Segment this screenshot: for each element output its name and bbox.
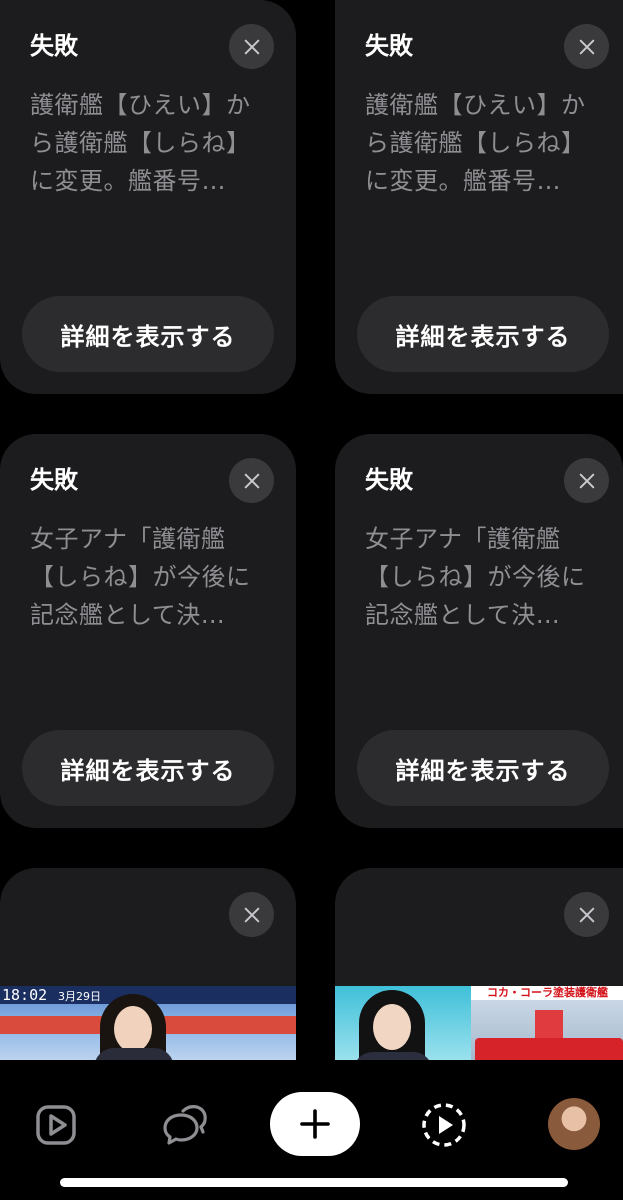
anchor-face	[114, 1006, 152, 1052]
show-details-button[interactable]: 詳細を表示する	[357, 730, 609, 806]
news-caption: コカ・コーラ塗装護衛艦	[471, 986, 623, 1000]
status-label: 失敗	[30, 466, 78, 494]
draft-card[interactable]: 失敗 女子アナ「護衛艦【しらね】が今後に記念艦として決… 詳細を表示する	[335, 434, 623, 828]
broadcast-date: 3月29日	[58, 990, 101, 1003]
video-icon	[422, 1103, 466, 1147]
video-draft-card[interactable]: コカ・コーラ塗装護衛艦	[335, 868, 623, 1068]
status-label: 失敗	[30, 32, 78, 60]
chat-icon	[163, 1105, 207, 1145]
post-snippet: 護衛艦【ひえい】から護衛艦【しらね】に変更。艦番号…	[365, 91, 586, 195]
show-details-button[interactable]: 詳細を表示する	[22, 296, 274, 372]
home-indicator	[60, 1178, 568, 1187]
ship-mast	[535, 1010, 563, 1040]
home-icon	[36, 1105, 76, 1145]
tab-chat[interactable]	[157, 1100, 213, 1150]
post-snippet: 護衛艦【ひえい】から護衛艦【しらね】に変更。艦番号…	[30, 91, 251, 195]
tab-video[interactable]	[416, 1100, 472, 1150]
draft-card[interactable]: 失敗 護衛艦【ひえい】から護衛艦【しらね】に変更。艦番号… 詳細を表示する	[335, 0, 623, 394]
create-button[interactable]	[270, 1092, 360, 1156]
status-label: 失敗	[365, 32, 413, 60]
draft-card[interactable]: 失敗 護衛艦【ひえい】から護衛艦【しらね】に変更。艦番号… 詳細を表示する	[0, 0, 296, 394]
close-icon	[244, 907, 259, 922]
close-button[interactable]	[229, 24, 274, 69]
broadcast-time: 18:02	[2, 986, 48, 1004]
close-icon	[579, 473, 594, 488]
status-label: 失敗	[365, 466, 413, 494]
close-button[interactable]	[229, 458, 274, 503]
video-thumbnail[interactable]: コカ・コーラ塗装護衛艦	[335, 986, 623, 1068]
show-details-button[interactable]: 詳細を表示する	[357, 296, 609, 372]
close-button[interactable]	[229, 892, 274, 937]
show-details-button[interactable]: 詳細を表示する	[22, 730, 274, 806]
close-icon	[579, 39, 594, 54]
video-draft-card[interactable]: 18:02 3月29日	[0, 868, 296, 1068]
close-icon	[244, 39, 259, 54]
plus-icon	[300, 1109, 330, 1139]
draft-card[interactable]: 失敗 女子アナ「護衛艦【しらね】が今後に記念艦として決… 詳細を表示する	[0, 434, 296, 828]
avatar[interactable]	[548, 1098, 600, 1150]
bottom-tab-bar	[0, 1060, 623, 1200]
post-snippet: 女子アナ「護衛艦【しらね】が今後に記念艦として決…	[365, 525, 586, 629]
post-snippet: 女子アナ「護衛艦【しらね】が今後に記念艦として決…	[30, 525, 251, 629]
close-button[interactable]	[564, 892, 609, 937]
anchor-face	[373, 1004, 411, 1050]
close-icon	[579, 907, 594, 922]
video-thumbnail[interactable]: 18:02 3月29日	[0, 986, 296, 1068]
close-button[interactable]	[564, 24, 609, 69]
tab-home[interactable]	[28, 1100, 84, 1150]
close-icon	[244, 473, 259, 488]
close-button[interactable]	[564, 458, 609, 503]
